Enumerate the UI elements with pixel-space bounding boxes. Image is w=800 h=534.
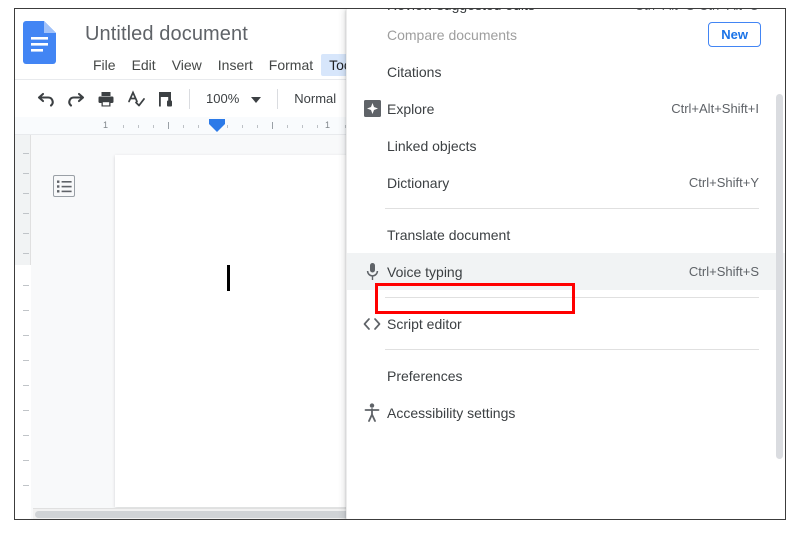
menu-item-label: Voice typing <box>387 263 463 280</box>
menu-item-label: Preferences <box>387 367 463 384</box>
tools-dropdown-menu: Review suggested edits Ctrl+Alt+O Ctrl+A… <box>346 9 785 519</box>
menu-item-shortcut: Ctrl+Shift+S <box>688 264 759 279</box>
explore-icon <box>357 100 387 117</box>
spellcheck-icon[interactable] <box>121 85 151 113</box>
menu-item-accessibility-settings[interactable]: Accessibility settings <box>347 394 785 431</box>
menu-item-script-editor[interactable]: Script editor <box>347 305 785 342</box>
vertical-ruler-number: 2 <box>15 486 17 491</box>
menubar-item-edit[interactable]: Edit <box>124 54 164 76</box>
zoom-value: 100% <box>206 91 240 106</box>
menu-item-linked-objects[interactable]: Linked objects <box>347 127 785 164</box>
menu-item-shortcut: Ctrl+Shift+Y <box>688 175 759 190</box>
ruler-number-left: 1 <box>103 120 109 130</box>
menu-item-dictionary[interactable]: Dictionary Ctrl+Shift+Y <box>347 164 785 201</box>
menubar-item-file[interactable]: File <box>85 54 124 76</box>
vertical-ruler-page-region <box>15 265 31 519</box>
menu-item-label: Review suggested edits <box>387 9 535 13</box>
menubar-item-insert[interactable]: Insert <box>210 54 261 76</box>
menu-item-voice-typing[interactable]: Voice typing Ctrl+Shift+S <box>347 253 785 290</box>
print-icon[interactable] <box>91 85 121 113</box>
menu-item-explore[interactable]: Explore Ctrl+Alt+Shift+I <box>347 90 785 127</box>
menu-item-translate-document[interactable]: Translate document <box>347 216 785 253</box>
new-badge: New <box>708 22 761 47</box>
google-docs-logo-icon[interactable] <box>23 21 56 64</box>
menu-item-label: Translate document <box>387 226 511 243</box>
menu-separator <box>385 349 759 350</box>
browser-window: Untitled document File Edit View Insert … <box>14 8 786 520</box>
menu-item-label: Dictionary <box>387 174 450 191</box>
menubar-item-format[interactable]: Format <box>261 54 321 76</box>
code-brackets-icon <box>357 317 387 331</box>
toolbar-divider <box>189 88 190 109</box>
ruler-number-right: 1 <box>325 120 331 130</box>
menu-separator <box>385 208 759 209</box>
menu-item-citations[interactable]: Citations <box>347 53 785 90</box>
document-title[interactable]: Untitled document <box>85 23 248 46</box>
zoom-control[interactable]: 100% <box>198 91 269 106</box>
menu-item-review-suggested-edits[interactable]: Review suggested edits Ctrl+Alt+O Ctrl+A… <box>347 9 785 16</box>
menubar-item-view[interactable]: View <box>164 54 210 76</box>
paragraph-style-control[interactable]: Normal <box>286 91 344 106</box>
menu-item-shortcut: Ctrl+Alt+O Ctrl+Alt+U <box>635 9 759 13</box>
menu-item-label: Citations <box>387 63 442 80</box>
menu-item-label: Compare documents <box>387 26 517 43</box>
redo-icon[interactable] <box>61 85 91 113</box>
chevron-down-icon <box>251 91 262 106</box>
vertical-ruler[interactable]: 2 <box>15 135 31 519</box>
document-outline-icon[interactable] <box>53 175 75 197</box>
accessibility-icon <box>357 403 387 422</box>
text-caret <box>227 265 230 291</box>
menu-item-preferences[interactable]: Preferences <box>347 357 785 394</box>
menu-item-label: Script editor <box>387 315 462 332</box>
menu-item-label: Explore <box>387 100 435 117</box>
menu-scrollbar-thumb[interactable] <box>776 94 783 459</box>
menu-separator <box>385 297 759 298</box>
menu-item-label: Linked objects <box>387 137 477 154</box>
undo-icon[interactable] <box>31 85 61 113</box>
menu-item-label: Accessibility settings <box>387 404 516 421</box>
microphone-icon <box>357 262 387 281</box>
menu-item-shortcut: Ctrl+Alt+Shift+I <box>671 101 759 116</box>
paint-format-icon[interactable] <box>151 85 181 113</box>
toolbar-divider-2 <box>277 88 279 109</box>
menu-item-compare-documents[interactable]: Compare documents New <box>347 16 785 53</box>
